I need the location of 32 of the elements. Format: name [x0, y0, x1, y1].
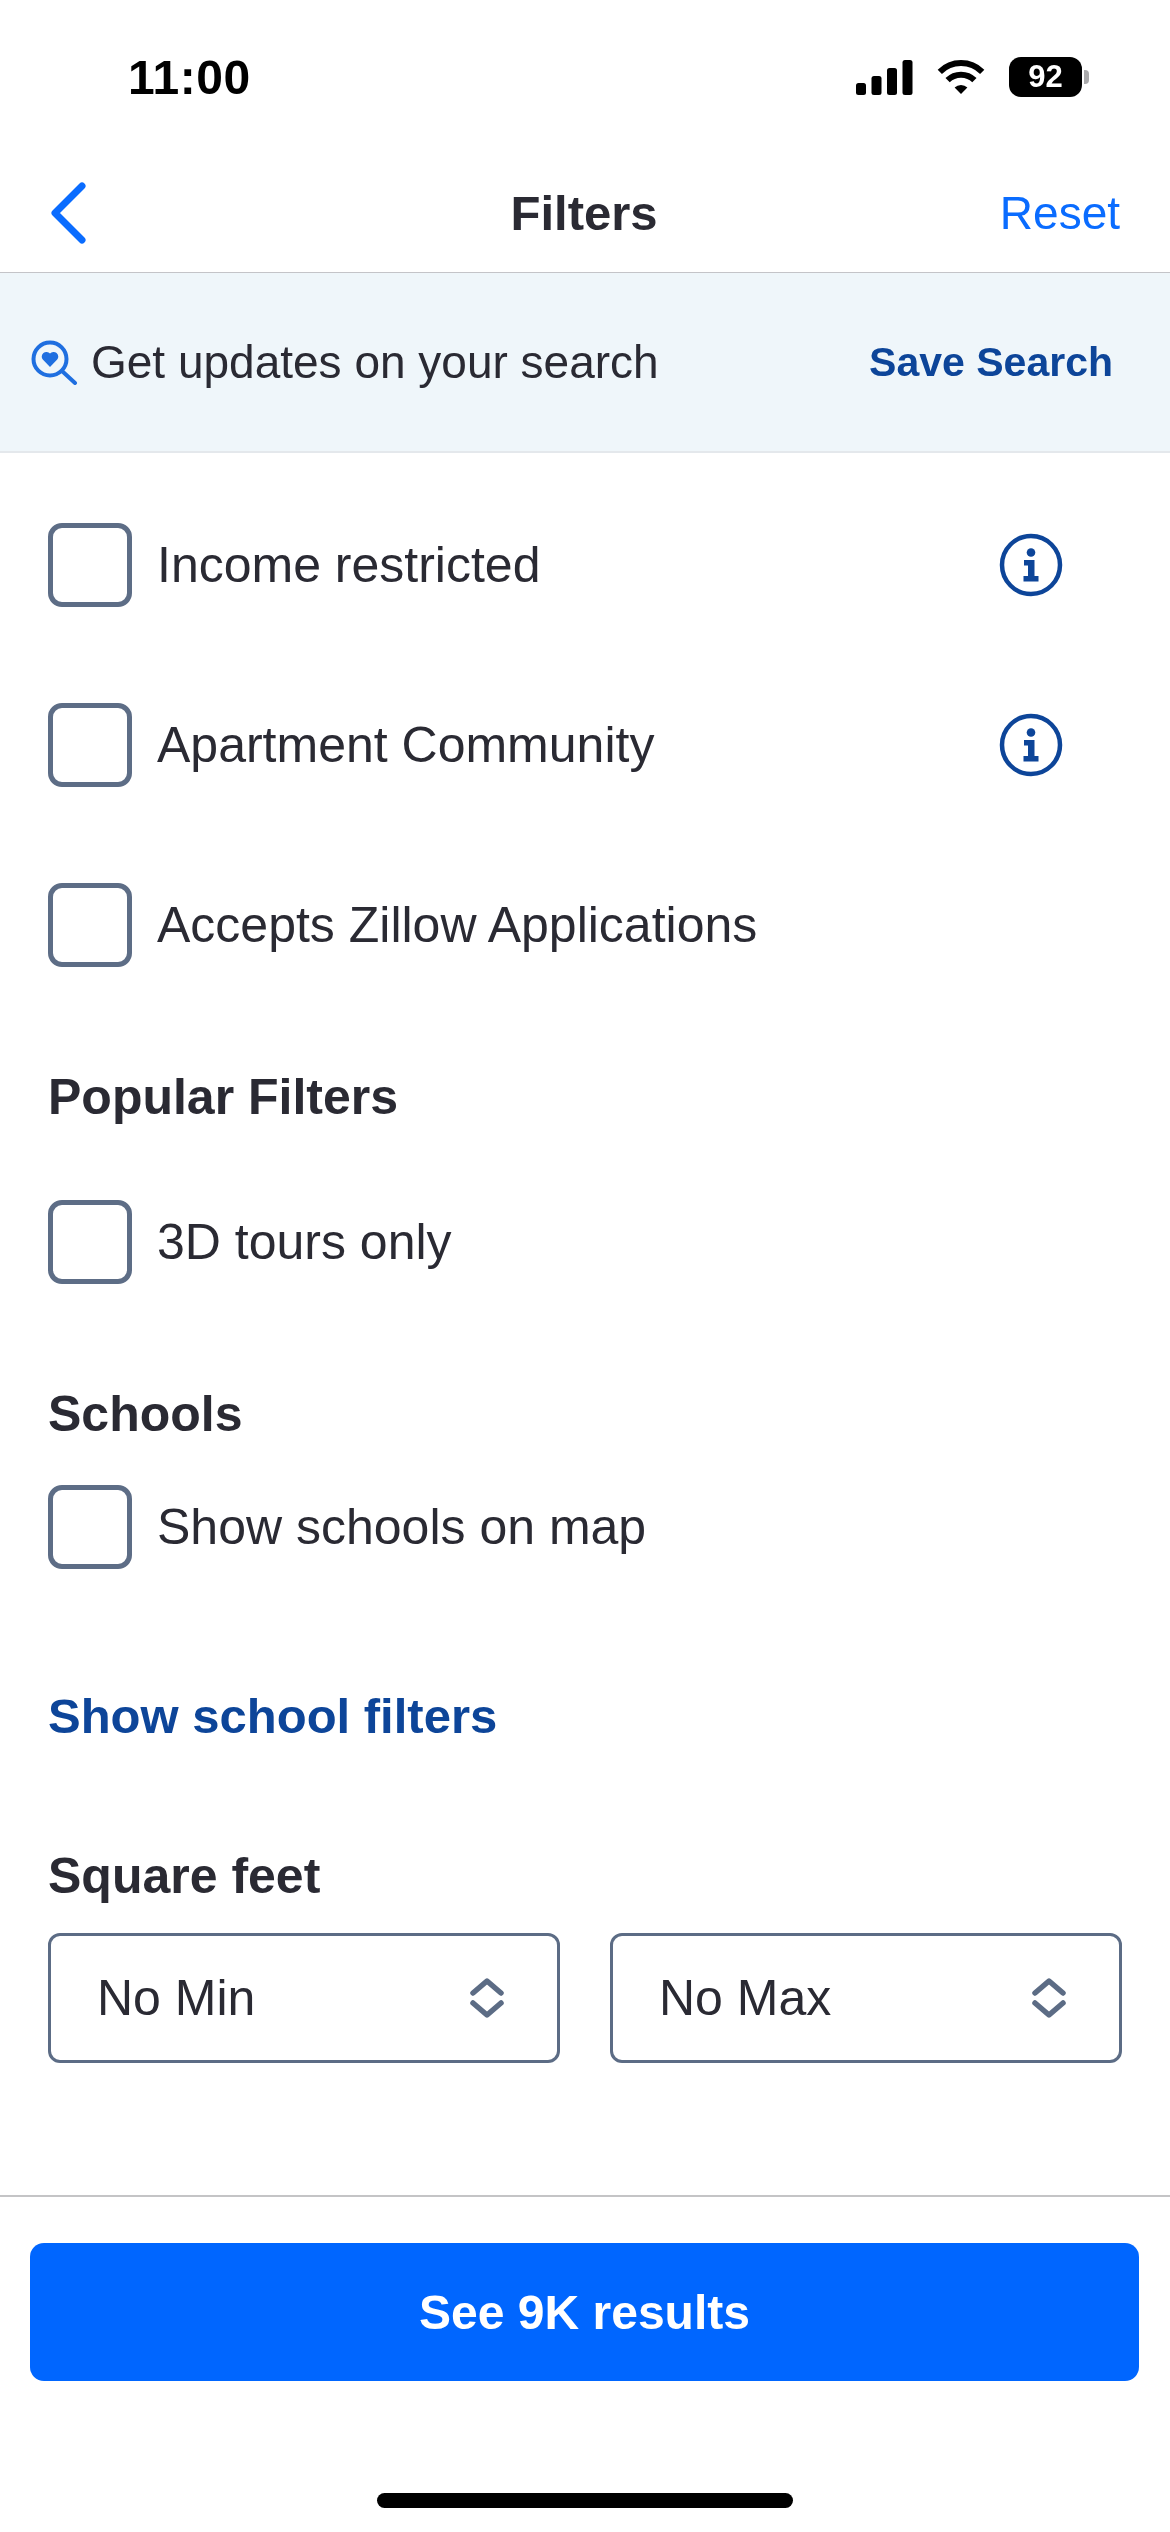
section-heading: Schools — [48, 1385, 244, 1444]
reset-button[interactable]: Reset — [999, 185, 1120, 241]
battery-indicator: 92 — [1009, 57, 1082, 97]
section-heading: Square feet — [48, 1847, 322, 1906]
show-school-filters-link[interactable]: Show school filters — [48, 1686, 498, 1746]
up-down-chevron-icon — [468, 1976, 506, 2020]
up-down-chevron-icon — [1030, 1976, 1068, 2020]
section-heading: Popular Filters — [48, 1068, 400, 1127]
banner-text: Get updates on your search — [91, 335, 659, 390]
checkbox[interactable] — [48, 703, 132, 787]
option-label: Show schools on map — [157, 1498, 647, 1557]
heart-search-icon — [30, 339, 78, 385]
checkbox[interactable] — [48, 883, 132, 967]
nav-title: Filters — [510, 185, 658, 242]
option-label: 3D tours only — [157, 1213, 452, 1272]
status-time: 11:00 — [128, 49, 251, 105]
option-label: Income restricted — [157, 536, 541, 595]
wifi-icon — [937, 59, 985, 95]
see-results-button[interactable]: See 9K results — [30, 2243, 1139, 2381]
info-icon[interactable] — [999, 713, 1063, 777]
checkbox[interactable] — [48, 1200, 132, 1284]
option-label: Apartment Community — [157, 716, 655, 775]
checkbox[interactable] — [48, 523, 132, 607]
select-field[interactable]: No Max — [610, 1933, 1122, 2063]
battery-tip-icon — [1084, 70, 1089, 84]
back-icon[interactable] — [48, 182, 88, 244]
checkbox[interactable] — [48, 1485, 132, 1569]
option-label: Accepts Zillow Applications — [157, 896, 758, 955]
select-field[interactable]: No Min — [48, 1933, 560, 2063]
save-search-button[interactable]: Save Search — [869, 336, 1113, 388]
info-icon[interactable] — [999, 533, 1063, 597]
signal-icon — [856, 59, 913, 95]
